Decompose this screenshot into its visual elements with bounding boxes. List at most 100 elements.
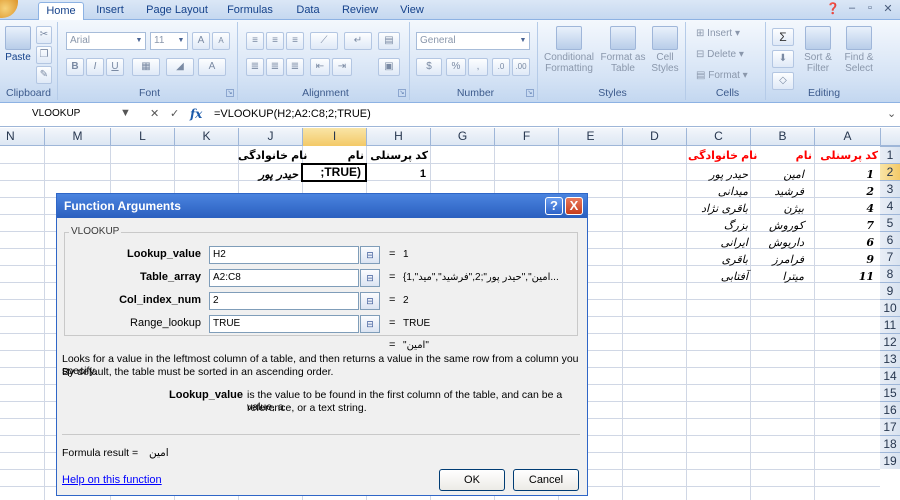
fill-color-icon[interactable]: ◢ <box>166 58 194 76</box>
column-header[interactable]: E <box>558 128 622 146</box>
header-personnel-code[interactable]: کد پرسنلی <box>816 148 878 165</box>
expand-formula-bar-icon[interactable]: ⌄ <box>887 107 896 120</box>
cell-first-name[interactable]: فرشید <box>752 183 804 200</box>
column-header[interactable]: K <box>174 128 238 146</box>
cell-last-name[interactable]: باقری <box>688 251 748 268</box>
cell-code[interactable]: 9 <box>816 251 874 268</box>
tab-page-layout[interactable]: Page Layout <box>144 2 210 20</box>
cell-first-name[interactable]: میترا <box>752 268 804 285</box>
paste-button[interactable]: Paste <box>2 26 34 63</box>
active-cell-editing[interactable]: ;TRUE) <box>301 163 367 182</box>
cell-last-name[interactable]: ایرانی <box>688 234 748 251</box>
autosum-icon[interactable]: Σ <box>772 28 794 46</box>
font-size-select[interactable]: 11 ▼ <box>150 32 188 50</box>
select-all-corner[interactable] <box>880 128 900 146</box>
column-header[interactable]: L <box>110 128 174 146</box>
row-header[interactable]: 1 <box>880 146 900 163</box>
row-header[interactable]: 13 <box>880 350 900 367</box>
tab-formulas[interactable]: Formulas <box>224 2 276 20</box>
format-painter-icon[interactable]: ✎ <box>36 66 52 84</box>
cell-first-name[interactable]: کوروش <box>752 217 804 234</box>
collapse-dialog-icon[interactable]: ⊟ <box>360 315 380 333</box>
cell-code[interactable]: 6 <box>816 234 874 251</box>
row-header-selected[interactable]: 2 <box>880 163 900 180</box>
ok-button[interactable]: OK <box>439 469 505 491</box>
number-format-select[interactable]: General ▼ <box>416 32 530 50</box>
cell-code[interactable]: 2 <box>816 183 874 200</box>
lookup-value-input[interactable]: H2 <box>209 246 359 264</box>
name-box-dropdown-icon[interactable]: ▼ <box>120 107 131 119</box>
formula-input[interactable]: =VLOOKUP(H2;A2:C8;2;TRUE) <box>214 108 371 120</box>
name-box[interactable]: VLOOKUP <box>0 106 130 124</box>
row-header[interactable]: 18 <box>880 435 900 452</box>
font-name-select[interactable]: Arial ▼ <box>66 32 146 50</box>
tab-review[interactable]: Review <box>338 2 382 20</box>
wrap-icon[interactable]: ▤ <box>378 32 400 50</box>
cell-first-name[interactable]: بیژن <box>752 200 804 217</box>
copy-icon[interactable]: ❐ <box>36 46 52 64</box>
help-icon[interactable]: ❓ <box>826 2 840 16</box>
row-header[interactable]: 11 <box>880 316 900 333</box>
cell-first-name[interactable]: امین <box>752 166 804 183</box>
cell-code[interactable]: 7 <box>816 217 874 234</box>
row-header[interactable]: 4 <box>880 197 900 214</box>
row-header[interactable]: 10 <box>880 299 900 316</box>
sort-filter-button[interactable]: Sort & Filter <box>798 26 838 74</box>
orientation-icon[interactable]: ⟋ <box>310 32 338 50</box>
font-color-icon[interactable]: A <box>198 58 226 76</box>
cell-last-name[interactable]: آفتابی <box>688 268 748 285</box>
dialog-launcher-icon[interactable]: ↘ <box>526 89 534 97</box>
dialog-close-button[interactable]: X <box>565 197 583 215</box>
format-cells-button[interactable]: ▤ Format ▾ <box>696 70 748 81</box>
align-top-icon[interactable]: ≡ <box>246 32 264 50</box>
fill-icon[interactable]: ⬇ <box>772 50 794 68</box>
table-array-input[interactable]: A2:C8 <box>209 269 359 287</box>
office-button[interactable] <box>0 0 18 18</box>
align-center-icon[interactable]: ≣ <box>266 58 284 76</box>
col-index-num-input[interactable]: 2 <box>209 292 359 310</box>
enter-entry-icon[interactable]: ✓ <box>170 107 179 120</box>
collapse-dialog-icon[interactable]: ⊟ <box>360 292 380 310</box>
column-header[interactable]: H <box>366 128 430 146</box>
row-header[interactable]: 3 <box>880 180 900 197</box>
column-header[interactable]: J <box>238 128 302 146</box>
row-header[interactable]: 9 <box>880 282 900 299</box>
column-header[interactable]: C <box>686 128 750 146</box>
row-header[interactable]: 14 <box>880 367 900 384</box>
lookup-code-value[interactable]: 1 <box>368 166 426 183</box>
delete-cells-button[interactable]: ⊟ Delete ▾ <box>696 49 744 60</box>
column-header[interactable]: N <box>0 128 44 146</box>
row-header[interactable]: 17 <box>880 418 900 435</box>
comma-icon[interactable]: , <box>468 58 488 76</box>
row-header[interactable]: 5 <box>880 214 900 231</box>
restore-icon[interactable]: ▫ <box>864 2 876 16</box>
cell-last-name[interactable]: حیدر پور <box>688 166 748 183</box>
column-header[interactable]: B <box>750 128 814 146</box>
close-icon[interactable]: ✕ <box>882 2 894 16</box>
lookup-header-family[interactable]: نام خانوادگی <box>238 148 307 165</box>
shrink-font-button[interactable]: A <box>212 32 230 50</box>
increase-decimal-icon[interactable]: .0 <box>492 58 510 76</box>
row-header[interactable]: 12 <box>880 333 900 350</box>
borders-icon[interactable]: ▦ <box>132 58 160 76</box>
cell-first-name[interactable]: داریوش <box>752 234 804 251</box>
bold-button[interactable]: B <box>66 58 84 76</box>
cell-last-name[interactable]: میدانی <box>688 183 748 200</box>
column-header[interactable]: F <box>494 128 558 146</box>
cancel-entry-icon[interactable]: ✕ <box>150 107 159 120</box>
dialog-title-bar[interactable]: Function Arguments ? X <box>57 194 587 218</box>
cell-last-name[interactable]: باقری نژاد <box>688 200 748 217</box>
row-header[interactable]: 6 <box>880 231 900 248</box>
cell-code[interactable]: 1 <box>816 166 874 183</box>
find-select-button[interactable]: Find & Select <box>840 26 878 74</box>
dialog-launcher-icon[interactable]: ↘ <box>226 89 234 97</box>
decrease-decimal-icon[interactable]: .00 <box>512 58 530 76</box>
dialog-help-button[interactable]: ? <box>545 197 563 215</box>
collapse-dialog-icon[interactable]: ⊟ <box>360 269 380 287</box>
header-last-name[interactable]: نام خانوادگی <box>688 148 757 165</box>
column-header[interactable]: G <box>430 128 494 146</box>
underline-button[interactable]: U <box>106 58 124 76</box>
dialog-launcher-icon[interactable]: ↘ <box>398 89 406 97</box>
cell-code[interactable]: 11 <box>816 268 874 285</box>
currency-icon[interactable]: $ <box>416 58 442 76</box>
